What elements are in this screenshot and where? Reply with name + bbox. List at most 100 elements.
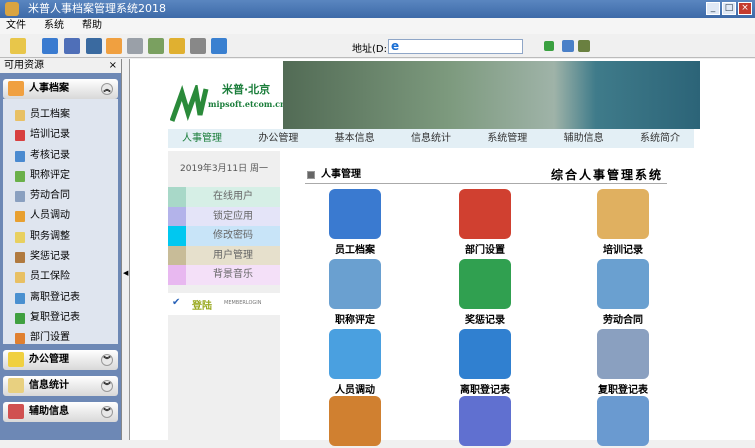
title-bar: 米普人事档案管理系统2018 _ □ ×	[0, 0, 755, 18]
nav-tab[interactable]: 系统管理	[487, 129, 527, 148]
sidebar-close-button[interactable]: ×	[109, 59, 117, 73]
module-item[interactable]	[430, 396, 540, 448]
home-icon[interactable]	[106, 38, 122, 54]
printer-dropdown-icon[interactable]	[578, 40, 590, 52]
panel-item[interactable]: 背景音乐	[168, 265, 280, 285]
panel-item-label: 在线用户	[213, 191, 253, 202]
banner-image	[283, 61, 700, 129]
module-item[interactable]: 离职登记表	[430, 329, 540, 396]
module-item[interactable]: 劳动合同	[568, 259, 678, 326]
main-content: 米普·北京 mipsoft.etcom.cn 人事管理 办公管理 基本信息 信息统计 系…	[129, 59, 755, 446]
group-auxiliary[interactable]: 辅助信息 ︾	[3, 402, 118, 422]
menu-system[interactable]: 系统	[44, 18, 64, 34]
panel-item[interactable]: 修改密码	[168, 226, 280, 246]
module-item[interactable]: 培训记录	[568, 189, 678, 256]
group-label: 人事档案	[29, 83, 69, 94]
sidebar-item[interactable]: 职称评定	[3, 166, 118, 186]
module-item[interactable]: 人员调动	[300, 329, 410, 396]
sidebar-item[interactable]: 部门设置	[3, 328, 118, 348]
open-folder-icon[interactable]	[10, 38, 26, 54]
module-item[interactable]	[568, 396, 678, 448]
calendar-icon	[8, 404, 24, 419]
square-bullet-icon	[307, 171, 315, 179]
go-icon[interactable]	[544, 41, 554, 51]
item-icon	[15, 130, 25, 142]
section-title: 人事管理	[321, 169, 361, 180]
toolbar: 地址(D:) e	[0, 34, 755, 58]
sidebar-item[interactable]: 人员调动	[3, 206, 118, 226]
exit-icon[interactable]	[211, 38, 227, 54]
close-button[interactable]: ×	[738, 2, 752, 15]
sidebar-item[interactable]: 考核记录	[3, 146, 118, 166]
address-input[interactable]: e	[388, 39, 523, 54]
module-icon	[459, 189, 511, 239]
group-statistics[interactable]: 信息统计 ︾	[3, 376, 118, 396]
computer-icon[interactable]	[64, 38, 80, 54]
folder-icon	[8, 352, 24, 367]
sidebar-item-label: 员工保险	[30, 271, 70, 283]
module-item[interactable]: 职称评定	[300, 259, 410, 326]
menu-help[interactable]: 帮助	[82, 18, 102, 34]
module-label: 人员调动	[335, 385, 375, 396]
module-item[interactable]: 部门设置	[430, 189, 540, 256]
sidebar-item-label: 劳动合同	[30, 190, 70, 202]
list-icon[interactable]	[42, 38, 58, 54]
group-office[interactable]: 办公管理 ︾	[3, 350, 118, 370]
module-item[interactable]	[300, 396, 410, 448]
brand-url: mipsoft.etcom.cn	[208, 99, 286, 109]
collapse-arrow-icon[interactable]: ◀	[123, 269, 128, 277]
panel-item[interactable]: 在线用户	[168, 187, 280, 207]
lock-icon[interactable]	[169, 38, 185, 54]
panel-item[interactable]: 用户管理	[168, 245, 280, 265]
module-item[interactable]: 复职登记表	[568, 329, 678, 396]
group-personnel[interactable]: 人事档案 ︽	[3, 79, 118, 99]
window-title: 米普人事档案管理系统2018	[28, 2, 166, 15]
menu-file[interactable]: 文件	[6, 18, 26, 34]
panel-item-label: 背景音乐	[213, 269, 253, 280]
spreadsheet-icon[interactable]	[86, 38, 102, 54]
module-item[interactable]: 员工档案	[300, 189, 410, 256]
module-icon	[329, 329, 381, 379]
chevron-up-icon[interactable]: ︽	[101, 83, 113, 95]
chevron-down-icon[interactable]: ︾	[101, 406, 113, 418]
network-icon[interactable]	[562, 40, 574, 52]
document-icon	[8, 378, 24, 393]
sidebar-item[interactable]: 离职登记表	[3, 288, 118, 308]
nav-tab[interactable]: 信息统计	[411, 129, 451, 148]
sidebar-item-label: 复职登记表	[30, 311, 80, 323]
item-icon	[15, 272, 25, 284]
sidebar-item[interactable]: 培训记录	[3, 125, 118, 145]
user-lock-icon[interactable]	[190, 38, 206, 54]
sidebar-item[interactable]: 复职登记表	[3, 308, 118, 328]
sidebar-item[interactable]: 奖惩记录	[3, 247, 118, 267]
sidebar-item[interactable]: 员工档案	[3, 105, 118, 125]
module-item[interactable]: 奖惩记录	[430, 259, 540, 326]
nav-tab[interactable]: 基本信息	[335, 129, 375, 148]
sidebar-item[interactable]: 员工保险	[3, 267, 118, 287]
module-icon	[459, 259, 511, 309]
check-icon: ✔	[172, 297, 181, 308]
sidebar-item[interactable]: 职务调整	[3, 227, 118, 247]
item-icon	[15, 312, 25, 324]
login-button[interactable]: ✔ 登陆 MEMBERLOGIN	[168, 293, 280, 315]
panel-item-label: 锁定应用	[213, 210, 253, 222]
chevron-down-icon[interactable]: ︾	[101, 380, 113, 392]
maximize-button[interactable]: □	[722, 2, 736, 15]
nav-tab[interactable]: 辅助信息	[564, 129, 604, 148]
color-swatch	[168, 206, 186, 226]
color-swatch	[168, 265, 186, 285]
panel-item[interactable]: 锁定应用	[168, 206, 280, 226]
printer-icon[interactable]	[127, 38, 143, 54]
item-icon	[15, 110, 25, 121]
color-swatch	[168, 226, 186, 246]
minimize-button[interactable]: _	[706, 2, 720, 15]
nav-tab[interactable]: 人事管理	[182, 129, 222, 148]
sidebar-item-label: 离职登记表	[30, 291, 80, 303]
sidebar-item[interactable]: 劳动合同	[3, 186, 118, 206]
nav-tab[interactable]: 系统简介	[640, 129, 680, 148]
settings-icon[interactable]	[148, 38, 164, 54]
item-icon	[15, 150, 25, 162]
splitter[interactable]: ◀	[122, 59, 129, 440]
chevron-down-icon[interactable]: ︾	[101, 354, 113, 366]
nav-tab[interactable]: 办公管理	[258, 129, 298, 148]
